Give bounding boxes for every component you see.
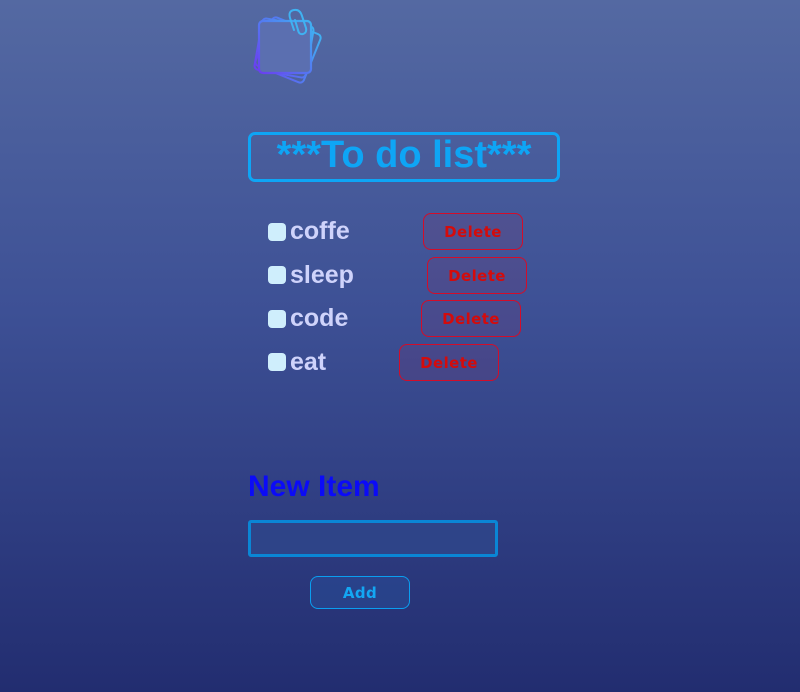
new-item-input[interactable] xyxy=(248,520,498,557)
delete-button[interactable]: Delete xyxy=(423,213,523,250)
todo-checkbox[interactable] xyxy=(268,353,286,371)
title-box: ***To do list*** xyxy=(248,132,560,182)
todo-item: eat Delete xyxy=(268,343,568,381)
todo-item: coffe Delete xyxy=(268,212,568,250)
page-title: ***To do list*** xyxy=(276,134,532,176)
todo-item: code Delete xyxy=(268,299,568,337)
sticky-notes-logo-icon xyxy=(250,8,322,86)
todo-item-label: code xyxy=(290,304,349,332)
todo-checkbox[interactable] xyxy=(268,223,286,241)
delete-button[interactable]: Delete xyxy=(399,344,499,381)
todo-item: sleep Delete xyxy=(268,256,568,294)
new-item-heading: New Item xyxy=(248,470,380,503)
delete-button[interactable]: Delete xyxy=(427,257,527,294)
todo-item-label: sleep xyxy=(290,261,354,289)
todo-item-label: coffe xyxy=(290,217,350,245)
todo-item-label: eat xyxy=(290,348,327,376)
todo-checkbox[interactable] xyxy=(268,310,286,328)
add-button[interactable]: Add xyxy=(310,576,410,609)
delete-button[interactable]: Delete xyxy=(421,300,521,337)
todo-checkbox[interactable] xyxy=(268,266,286,284)
